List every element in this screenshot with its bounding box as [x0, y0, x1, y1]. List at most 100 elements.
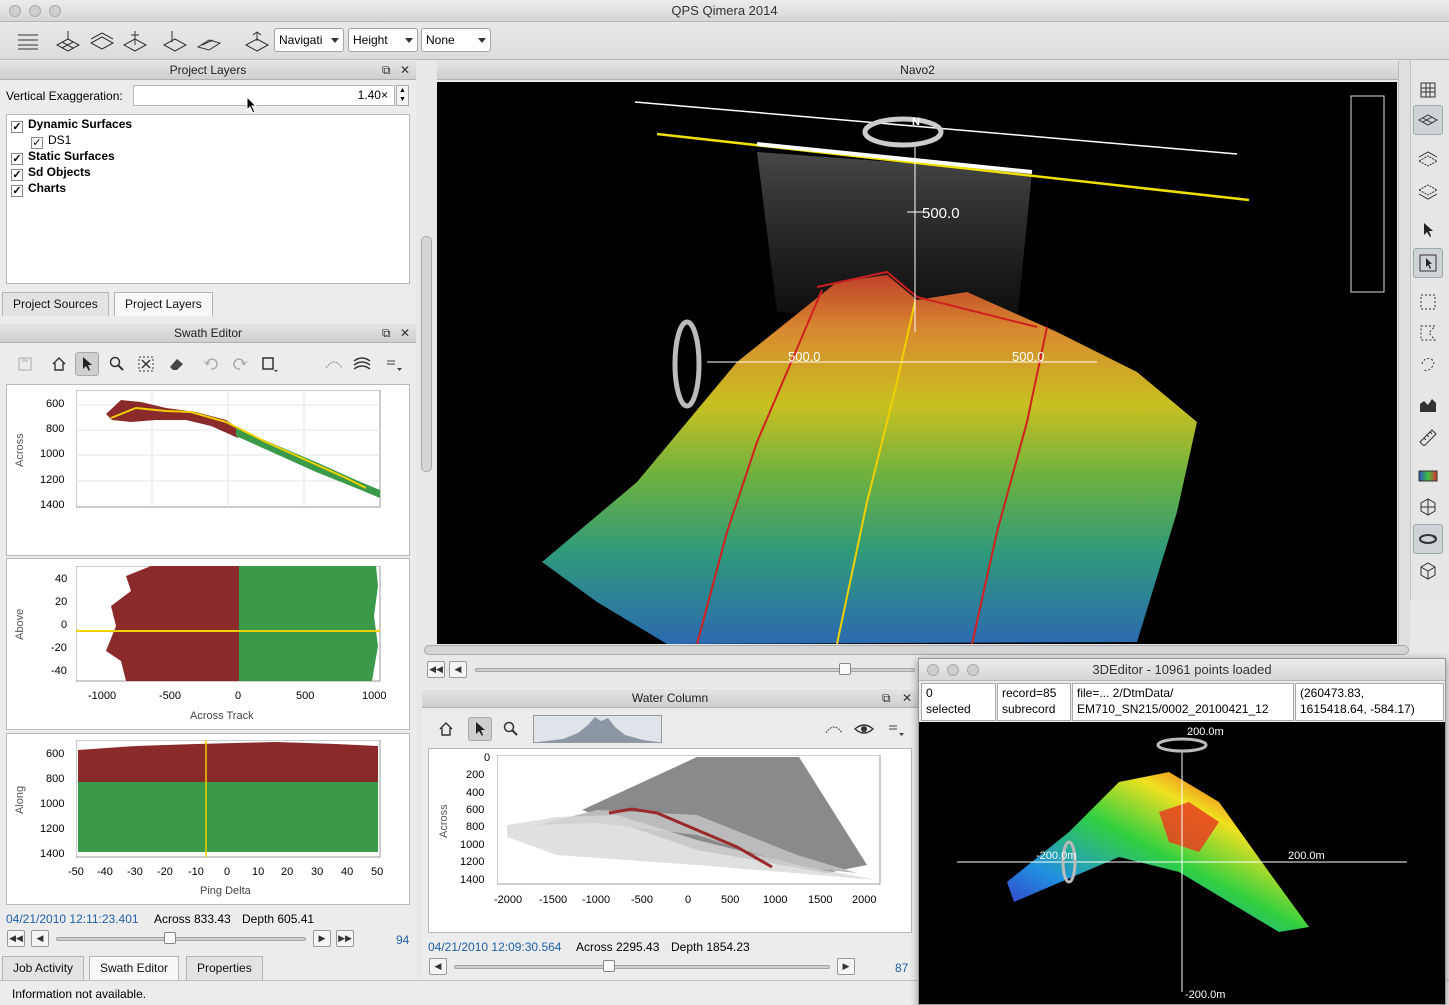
navo2-vertical-scrollbar[interactable] — [1398, 61, 1410, 651]
first-frame-button[interactable]: ◀◀ — [427, 661, 445, 678]
cell-line: 0 — [926, 686, 933, 700]
layer-static-surfaces[interactable]: ✓ Static Surfaces — [11, 148, 115, 165]
first-ping-button[interactable]: ◀◀ — [7, 930, 25, 947]
zoom-window-button[interactable] — [967, 664, 979, 676]
surface-bottom-icon[interactable] — [1413, 176, 1443, 206]
rectangle-select-icon[interactable] — [1413, 287, 1443, 317]
pointer-icon[interactable] — [75, 352, 99, 376]
water-column-slider[interactable] — [454, 965, 830, 969]
navigation-mode-icon[interactable] — [243, 27, 271, 55]
profile-chart-icon[interactable] — [1413, 390, 1443, 420]
undo-icon[interactable] — [199, 352, 223, 376]
editor3d-viewport[interactable] — [919, 722, 1445, 1004]
surface-grid-icon[interactable] — [54, 27, 82, 55]
swath-profile-canvas — [76, 390, 381, 508]
cube-view-icon[interactable] — [1413, 556, 1443, 586]
home-icon[interactable] — [47, 352, 71, 376]
prev-ping-button[interactable]: ◀ — [31, 930, 49, 947]
surface-shaded-icon[interactable] — [88, 27, 116, 55]
next-ping-button[interactable]: ▶ — [837, 958, 855, 975]
tab-swath-editor[interactable]: Swath Editor — [89, 956, 180, 980]
prev-frame-button[interactable]: ◀ — [449, 661, 467, 678]
navo2-time-slider-handle[interactable] — [839, 663, 851, 675]
query-arrow-icon[interactable] — [1413, 248, 1443, 278]
tab-project-layers[interactable]: Project Layers — [114, 292, 213, 316]
rotate-view-icon[interactable] — [1413, 524, 1443, 554]
redo-icon[interactable] — [228, 352, 252, 376]
pointer-icon[interactable] — [468, 717, 492, 741]
cell-line: EM710_SN215/0002_20100421_12 — [1077, 702, 1269, 716]
ping-slider-handle[interactable] — [164, 932, 176, 944]
float-dock-icon[interactable]: ⧉ — [382, 63, 391, 77]
navo2-horizontal-scrollbar[interactable] — [424, 645, 1409, 655]
select-reject-icon[interactable] — [134, 352, 158, 376]
project-layers-title: Project Layers — [169, 63, 247, 77]
cube-grid-icon[interactable] — [1413, 492, 1443, 522]
layer-sd-objects[interactable]: ✓ Sd Objects — [11, 164, 91, 181]
editor3d-label-bottom: -200.0m — [1185, 989, 1226, 1001]
surface-points-icon[interactable] — [121, 27, 149, 55]
navo2-3d-viewport[interactable] — [437, 82, 1397, 644]
histogram-widget[interactable] — [533, 715, 662, 743]
close-dock-icon[interactable]: ✕ — [400, 63, 410, 77]
zoom-icon[interactable] — [105, 352, 129, 376]
checkbox[interactable]: ✓ — [11, 185, 23, 197]
layer-dynamic-surfaces[interactable]: ✓ Dynamic Surfaces — [11, 116, 132, 133]
eraser-icon[interactable] — [164, 352, 188, 376]
ruler-icon[interactable] — [1413, 422, 1443, 452]
x-tick: -500 — [631, 894, 654, 906]
close-window-button[interactable] — [927, 664, 939, 676]
colormap-icon[interactable] — [1413, 461, 1443, 491]
panel-menu-icon[interactable] — [382, 352, 406, 376]
checkbox[interactable]: ✓ — [11, 121, 23, 133]
layers-toggle-icon[interactable] — [351, 352, 375, 376]
x-tick: 50 — [371, 866, 384, 878]
vertical-exaggeration-stepper[interactable]: ▲ ▼ — [396, 85, 409, 106]
tab-job-activity[interactable]: Job Activity — [2, 956, 85, 980]
ping-slider[interactable] — [56, 937, 306, 941]
plane-down-icon[interactable] — [161, 27, 189, 55]
layers-list-icon[interactable] — [14, 27, 42, 55]
layer-charts[interactable]: ✓ Charts — [11, 180, 66, 197]
grid-view-icon[interactable] — [1413, 75, 1443, 105]
swath-cloud-icon[interactable] — [322, 352, 346, 376]
editor3d-titlebar: 3DEditor - 10961 points loaded — [919, 659, 1445, 681]
zoom-icon[interactable] — [499, 717, 523, 741]
visibility-icon[interactable] — [852, 717, 876, 741]
minimize-window-button[interactable] — [29, 5, 41, 17]
y-tick: 0 — [61, 619, 68, 631]
vertical-scrollbar[interactable] — [421, 236, 432, 472]
lasso-select-icon[interactable] — [1413, 350, 1443, 380]
float-dock-icon[interactable]: ⧉ — [882, 691, 891, 705]
zoom-window-button[interactable] — [49, 5, 61, 17]
y-tick: -20 — [51, 642, 67, 654]
close-dock-icon[interactable]: ✕ — [902, 691, 912, 705]
minimize-window-button[interactable] — [947, 664, 959, 676]
last-ping-button[interactable]: ▶▶ — [336, 930, 354, 947]
vertical-exaggeration-input[interactable]: 1.40× — [133, 85, 395, 106]
tab-project-sources[interactable]: Project Sources — [2, 292, 109, 316]
float-dock-icon[interactable]: ⧉ — [382, 326, 391, 340]
none-combo[interactable]: None — [421, 28, 491, 52]
swath-cloud-icon[interactable] — [822, 717, 846, 741]
save-icon[interactable] — [13, 352, 37, 376]
polygon-select-icon[interactable] — [1413, 318, 1443, 348]
prev-ping-button[interactable]: ◀ — [429, 958, 447, 975]
plane-flat-icon[interactable] — [195, 27, 223, 55]
tab-properties[interactable]: Properties — [186, 956, 263, 980]
close-dock-icon[interactable]: ✕ — [400, 326, 410, 340]
next-ping-button[interactable]: ▶ — [313, 930, 331, 947]
frame-dropdown-icon[interactable] — [258, 352, 282, 376]
layer-ds1[interactable]: ✓ DS1 — [31, 132, 71, 149]
water-column-slider-handle[interactable] — [603, 960, 615, 972]
close-window-button[interactable] — [9, 5, 21, 17]
panel-menu-icon[interactable] — [884, 717, 908, 741]
surface-view-icon[interactable] — [1413, 105, 1443, 135]
height-combo[interactable]: Height — [348, 28, 418, 52]
water-column-title: Water Column — [631, 691, 709, 705]
surface-top-icon[interactable] — [1413, 145, 1443, 175]
home-icon[interactable] — [434, 717, 458, 741]
select-arrow-icon[interactable] — [1413, 215, 1443, 245]
cell-line: selected — [926, 702, 971, 716]
navigation-combo[interactable]: Navigati — [274, 28, 344, 52]
